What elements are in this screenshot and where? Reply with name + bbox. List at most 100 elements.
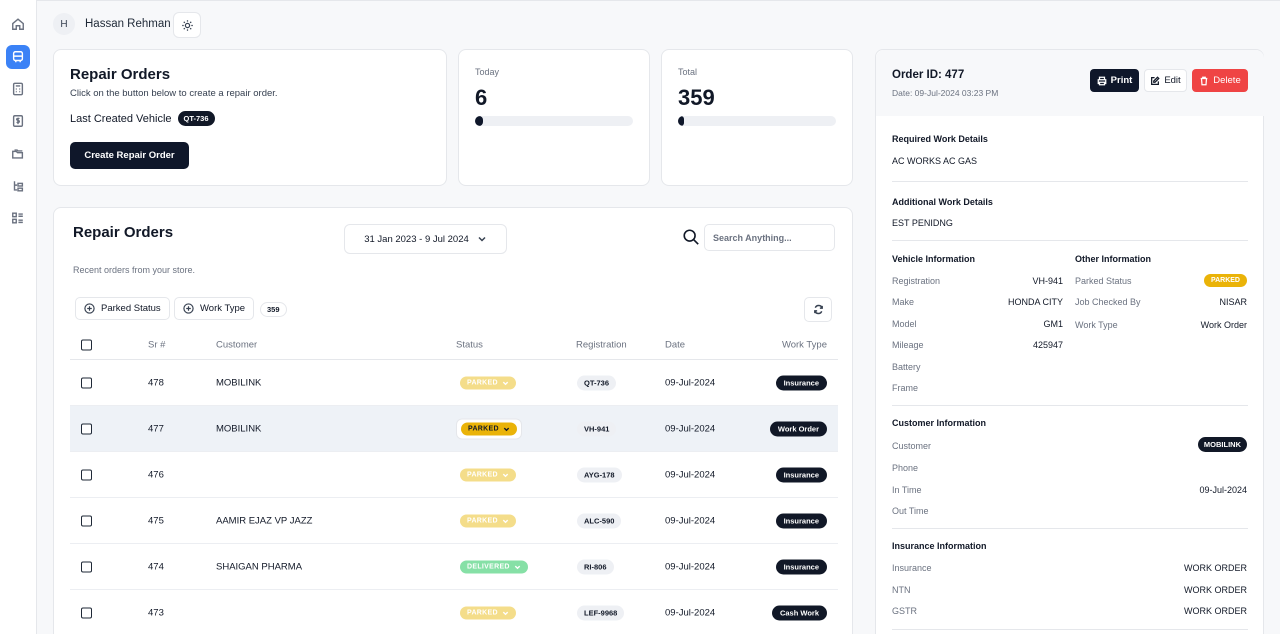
row-checkbox[interactable] bbox=[81, 515, 92, 526]
edit-label: Edit bbox=[1164, 75, 1181, 86]
create-order-card: Repair Orders Click on the button below … bbox=[53, 49, 447, 186]
col-date[interactable]: Date bbox=[665, 339, 685, 350]
row-checkbox[interactable] bbox=[81, 469, 92, 480]
hierarchy-icon[interactable] bbox=[6, 174, 30, 198]
row-status[interactable]: PARKED bbox=[460, 376, 516, 389]
customer-info-title: Customer Information bbox=[892, 418, 987, 428]
total-label: Total bbox=[678, 67, 698, 77]
row-status[interactable]: PARKED bbox=[456, 418, 522, 439]
chevron-down-icon bbox=[503, 427, 510, 431]
print-label: Print bbox=[1110, 75, 1133, 86]
col-registration[interactable]: Registration bbox=[576, 339, 627, 350]
job-checked-key: Job Checked By bbox=[1075, 297, 1141, 307]
row-work-type: Work Order bbox=[769, 421, 827, 436]
row-status[interactable]: PARKED bbox=[460, 606, 516, 619]
parked-status-filter[interactable]: Parked Status bbox=[75, 297, 170, 320]
chevron-down-icon bbox=[502, 473, 509, 477]
work-type-key: Work Type bbox=[1075, 320, 1118, 330]
work-type-badge: Insurance bbox=[775, 467, 827, 482]
edit-button[interactable]: Edit bbox=[1144, 69, 1187, 92]
additional-work-text: EST PENIDNG bbox=[892, 218, 953, 228]
job-checked-value: NISAR bbox=[1219, 297, 1247, 307]
row-status[interactable]: DELIVERED bbox=[460, 560, 528, 573]
trash-icon bbox=[1200, 76, 1208, 85]
search-input[interactable] bbox=[704, 224, 835, 251]
receipt-icon[interactable] bbox=[6, 109, 30, 133]
table-row-selected[interactable]: 477 MOBILINK PARKED VH-941 09-Jul-2024 W… bbox=[70, 406, 838, 452]
search-icon[interactable] bbox=[682, 228, 702, 248]
folders-icon[interactable] bbox=[6, 142, 30, 166]
registration-badge: VH-941 bbox=[577, 421, 617, 436]
registration-badge: LEF-9968 bbox=[577, 605, 625, 620]
work-type-badge: Insurance bbox=[775, 559, 827, 574]
last-vehicle-badge: QT-736 bbox=[177, 111, 215, 126]
date-range-label: 31 Jan 2023 - 9 Jul 2024 bbox=[364, 233, 469, 245]
phone-key: Phone bbox=[892, 463, 919, 473]
chevron-down-icon bbox=[502, 519, 509, 523]
edit-icon bbox=[1151, 75, 1160, 85]
vehicle-registration-value: VH-941 bbox=[1032, 276, 1063, 286]
today-progress bbox=[475, 116, 633, 126]
col-status[interactable]: Status bbox=[456, 339, 483, 350]
order-detail-panel: Order ID: 477 Date: 09-Jul-2024 03:23 PM… bbox=[875, 49, 1264, 634]
parked-status-label: Parked Status bbox=[101, 303, 161, 314]
row-customer: MOBILINK bbox=[216, 377, 262, 388]
print-button[interactable]: Print bbox=[1090, 69, 1139, 92]
table-row[interactable]: 473 PARKED LEF-9968 09-Jul-2024 Cash Wor… bbox=[70, 590, 838, 634]
row-registration: LEF-9968 bbox=[577, 605, 625, 620]
date-range-picker[interactable]: 31 Jan 2023 - 9 Jul 2024 bbox=[344, 224, 507, 254]
theme-toggle-button[interactable] bbox=[173, 12, 201, 38]
insurance-info-title: Insurance Information bbox=[892, 541, 987, 551]
avatar[interactable]: H bbox=[53, 13, 75, 35]
chevron-down-icon bbox=[514, 565, 520, 569]
table-row[interactable]: 475 AAMIR EJAZ VP JAZZ PARKED ALC-590 09… bbox=[70, 498, 838, 544]
table-row[interactable]: 474 SHAIGAN PHARMA DELIVERED RI-806 09-J… bbox=[70, 544, 838, 590]
row-checkbox[interactable] bbox=[81, 423, 92, 434]
work-type-badge: Insurance bbox=[775, 513, 827, 528]
delete-button[interactable]: Delete bbox=[1192, 69, 1248, 92]
row-sr: 475 bbox=[148, 515, 164, 526]
calculator-icon[interactable] bbox=[6, 77, 30, 101]
required-work-title: Required Work Details bbox=[892, 134, 988, 144]
today-label: Today bbox=[475, 67, 500, 77]
col-work-type[interactable]: Work Type bbox=[782, 339, 827, 350]
total-stat-card: Total 359 bbox=[661, 49, 853, 186]
row-status[interactable]: PARKED bbox=[460, 514, 516, 527]
row-checkbox[interactable] bbox=[81, 607, 92, 618]
col-customer[interactable]: Customer bbox=[216, 339, 257, 350]
work-type-filter[interactable]: Work Type bbox=[174, 297, 255, 320]
col-sr[interactable]: Sr # bbox=[148, 339, 165, 350]
divider bbox=[892, 629, 1248, 630]
grid-list-icon[interactable] bbox=[6, 206, 30, 230]
row-work-type: Cash Work bbox=[771, 605, 827, 620]
row-status[interactable]: PARKED bbox=[460, 468, 516, 481]
table-row[interactable]: 478 MOBILINK PARKED QT-736 09-Jul-2024 I… bbox=[70, 360, 838, 406]
divider bbox=[892, 181, 1248, 182]
vehicle-model-value: GM1 bbox=[1043, 319, 1063, 329]
row-registration: ALC-590 bbox=[577, 513, 622, 528]
row-customer: SHAIGAN PHARMA bbox=[216, 561, 303, 572]
total-progress-fill bbox=[678, 116, 685, 126]
bus-icon[interactable] bbox=[6, 45, 30, 69]
vehicle-make-value: HONDA CITY bbox=[1007, 297, 1063, 307]
select-all-checkbox[interactable] bbox=[81, 339, 92, 350]
total-progress bbox=[678, 116, 836, 126]
last-created-vehicle: Last Created Vehicle QT-736 bbox=[70, 111, 215, 126]
hero-title: Repair Orders bbox=[70, 66, 171, 83]
in-time-key: In Time bbox=[892, 485, 922, 495]
table-row[interactable]: 476 PARKED AYG-178 09-Jul-2024 Insurance bbox=[70, 452, 838, 498]
row-checkbox[interactable] bbox=[81, 377, 92, 388]
vehicle-info-title: Vehicle Information bbox=[892, 254, 976, 264]
status-label: PARKED bbox=[467, 609, 498, 616]
refresh-button[interactable] bbox=[804, 297, 832, 322]
home-icon[interactable] bbox=[6, 12, 30, 36]
create-repair-order-button[interactable]: Create Repair Order bbox=[70, 142, 189, 169]
work-type-label: Work Type bbox=[200, 303, 246, 314]
gstr-value: WORK ORDER bbox=[1184, 606, 1247, 616]
row-checkbox[interactable] bbox=[81, 561, 92, 572]
status-label: PARKED bbox=[468, 425, 499, 432]
work-type-badge: Cash Work bbox=[771, 605, 827, 620]
work-type-badge: Insurance bbox=[775, 375, 827, 390]
additional-work-title: Additional Work Details bbox=[892, 197, 993, 207]
table-header: Sr # Customer Status Registration Date W… bbox=[70, 330, 838, 360]
